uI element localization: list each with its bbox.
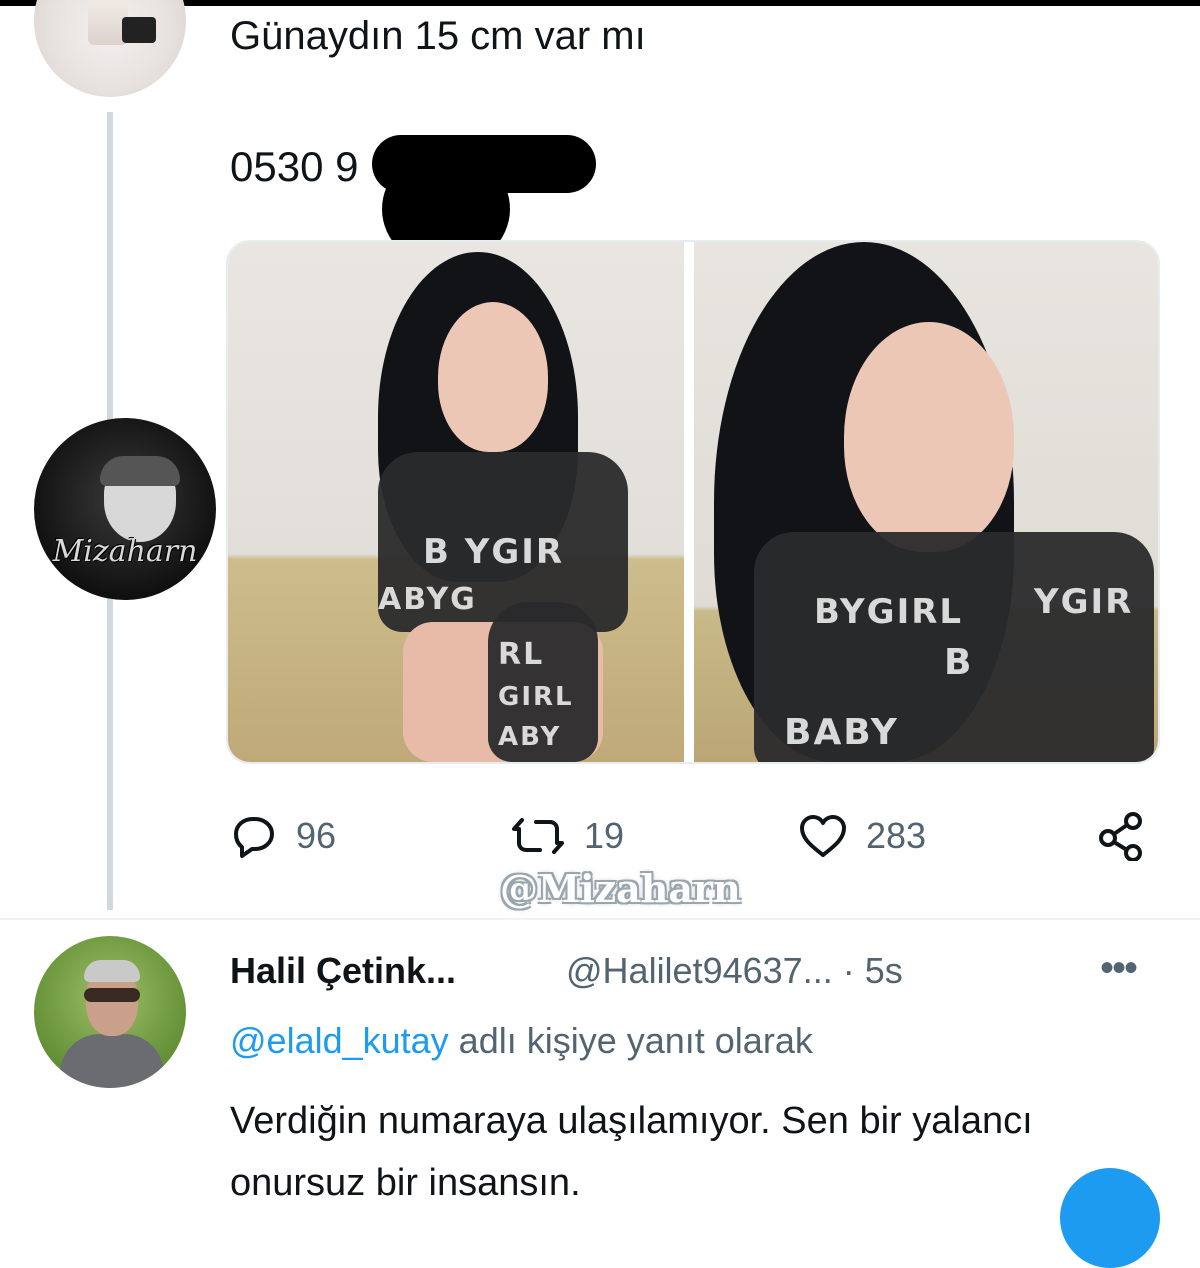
shirt-print-3: BABY	[784, 712, 899, 753]
compose-fab-button[interactable]	[1060, 1168, 1160, 1268]
share-button[interactable]	[1096, 808, 1146, 864]
retweet-count: 19	[584, 815, 625, 856]
shirt-print-5: ABY	[498, 722, 562, 752]
shirt-print-2: ABYG	[378, 582, 477, 617]
shirt-print-1: BYGIRL	[814, 592, 964, 632]
reply-to-suffix: adlı kişiye yanıt olarak	[448, 1020, 813, 1061]
reply-author-avatar[interactable]	[34, 936, 186, 1088]
reply-handle-time[interactable]: @Halilet94637... · 5s	[566, 950, 903, 992]
heart-icon	[800, 815, 846, 857]
reply-author-name[interactable]: Halil Çetink...	[230, 950, 456, 992]
photo-face	[438, 302, 548, 452]
reply-button[interactable]: 96	[230, 808, 336, 864]
shirt-print-1: B YGIR	[423, 532, 565, 572]
replying-to: @elald_kutay adlı kişiye yanıt olarak	[230, 1020, 813, 1062]
logo-text: Mizaharn	[52, 534, 198, 569]
divider	[0, 918, 1200, 920]
avatar-detail	[122, 17, 156, 43]
media-photo-right[interactable]: BYGIRL B BABY YGIR	[694, 242, 1158, 762]
phone-number: 0530 9	[230, 143, 359, 190]
tweet-text: Günaydın 15 cm var mı	[230, 14, 646, 58]
comment-bubble-icon	[234, 817, 274, 858]
more-options-icon[interactable]: •••	[1100, 946, 1138, 991]
like-button[interactable]: 283	[798, 808, 926, 864]
reply-to-mention-link[interactable]: @elald_kutay	[230, 1020, 449, 1061]
watermark-logo-avatar: Mizaharn	[34, 418, 216, 600]
author-avatar[interactable]	[34, 0, 186, 97]
avatar-sunglasses	[84, 988, 140, 1002]
watermark-text: @Mizaharn	[500, 866, 741, 911]
retweet-icon	[512, 818, 564, 854]
shirt-print-4: GIRL	[498, 682, 574, 712]
media-photo-left[interactable]: B YGIR ABYG RL GIRL ABY	[228, 242, 684, 762]
shirt-print-3: RL	[498, 637, 545, 672]
retweet-button[interactable]: 19	[510, 808, 624, 864]
reply-count: 96	[296, 815, 337, 856]
shirt-print-4: YGIR	[1034, 582, 1134, 622]
tweet-actions: 96 19 283	[230, 808, 1160, 864]
logo-cap	[100, 456, 180, 486]
media-grid[interactable]: B YGIR ABYG RL GIRL ABY BYGIRL B BABY YG…	[226, 240, 1160, 764]
photo-face	[844, 322, 1014, 552]
like-count: 283	[866, 815, 927, 856]
reply-text: Verdiğin numaraya ulaşılamıyor. Sen bir …	[230, 1100, 1033, 1204]
avatar-body	[60, 1034, 164, 1088]
share-icon	[1099, 812, 1142, 861]
avatar-hair	[84, 960, 140, 982]
shirt-print-2: B	[944, 642, 974, 683]
